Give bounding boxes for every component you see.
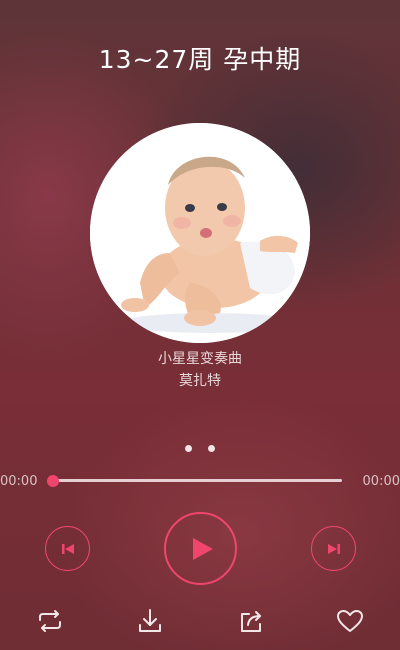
progress-thumb[interactable] — [47, 475, 59, 487]
song-title: 小星星变奏曲 — [158, 351, 242, 367]
previous-button[interactable] — [45, 526, 90, 571]
current-time: 00:00 — [0, 474, 38, 489]
total-time: 00:00 — [362, 474, 400, 489]
download-icon — [139, 609, 161, 632]
page-indicator — [0, 437, 400, 456]
skip-previous-icon — [61, 543, 74, 554]
repeat-button[interactable] — [34, 605, 66, 637]
share-icon — [241, 611, 261, 632]
share-button[interactable] — [235, 605, 267, 637]
artist-name: 莫扎特 — [179, 373, 221, 389]
next-button[interactable] — [311, 526, 356, 571]
repeat-icon — [39, 610, 61, 632]
download-button[interactable] — [134, 605, 166, 637]
heart-icon — [337, 610, 363, 632]
album-cover — [90, 123, 310, 343]
play-icon — [192, 537, 213, 560]
skip-next-icon — [327, 543, 340, 554]
page-dot[interactable] — [185, 445, 193, 452]
baby-photo — [90, 123, 310, 343]
progress-track[interactable] — [53, 479, 342, 482]
favorite-button[interactable] — [334, 605, 366, 637]
page-dot[interactable] — [207, 445, 215, 452]
play-button[interactable] — [164, 512, 237, 585]
page-title: 13~27周 孕中期 — [98, 45, 302, 74]
